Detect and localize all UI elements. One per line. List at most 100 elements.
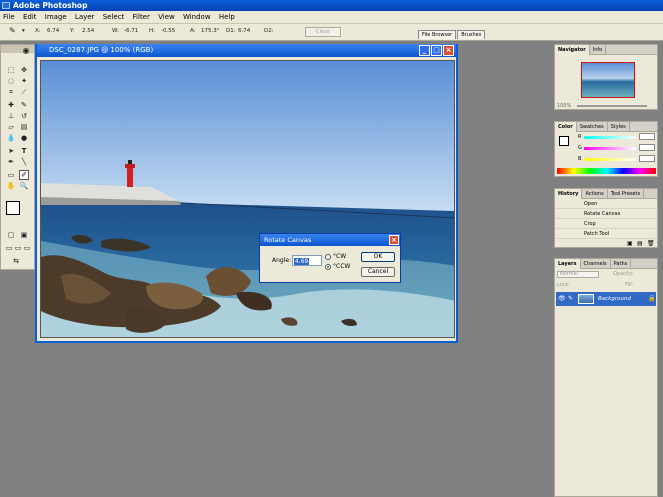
tab-channels[interactable]: Channels [581, 259, 611, 269]
color-ramp[interactable] [557, 168, 656, 174]
history-item[interactable]: Crop [556, 219, 658, 229]
maximize-button[interactable]: □ [431, 45, 442, 56]
magic-wand-icon[interactable]: ✦ [19, 76, 29, 86]
notes-tool-icon[interactable]: ▭ [6, 170, 16, 180]
tab-file-browser[interactable]: File Browser [418, 30, 457, 39]
quickmask-mode-icon[interactable]: ▣ [19, 230, 29, 240]
photoshop-eye-icon: ◉ [22, 45, 30, 55]
menu-help[interactable]: Help [216, 11, 238, 24]
history-item[interactable]: Open [556, 199, 658, 209]
navigator-zoom[interactable]: 100% [557, 103, 571, 109]
cw-radio[interactable] [325, 254, 331, 260]
dialog-close-button[interactable]: × [389, 235, 399, 245]
crop-tool-icon[interactable]: ⌗ [6, 87, 16, 97]
navigator-zoom-slider[interactable] [577, 105, 647, 107]
menu-edit[interactable]: Edit [20, 11, 40, 24]
clear-button[interactable]: Clear [305, 27, 341, 37]
b-label: B [578, 156, 582, 162]
brush-tool-icon[interactable]: ✎ [19, 100, 29, 110]
b-slider[interactable] [584, 158, 636, 161]
tab-color[interactable]: Color [555, 122, 577, 132]
eraser-tool-icon[interactable]: ▱ [6, 122, 16, 132]
document-title: DSC_0287.JPG @ 100% (RGB) [49, 46, 154, 54]
layers-panel: Layers Channels Paths Normal Opacity: Lock… [554, 258, 658, 497]
menu-file[interactable]: File [0, 11, 18, 24]
tab-actions[interactable]: Actions [582, 189, 608, 199]
layer-row[interactable]: 👁 ✎ Background 🔒 [556, 292, 656, 306]
g-input[interactable] [639, 144, 655, 151]
close-button[interactable]: × [443, 45, 454, 56]
b-input[interactable] [639, 155, 655, 162]
jump-to-imageready-icon[interactable]: ⇆ [11, 256, 21, 266]
h-label: H: [149, 28, 155, 34]
new-snapshot-icon[interactable]: ▣ [627, 240, 633, 247]
hand-tool-icon[interactable]: ✋ [6, 181, 16, 191]
r-slider[interactable] [584, 136, 636, 139]
slice-tool-icon[interactable]: ⟋ [19, 87, 29, 97]
tab-swatches[interactable]: Swatches [577, 122, 608, 132]
ccw-radio[interactable] [325, 264, 331, 270]
tab-history[interactable]: History [555, 189, 583, 199]
blend-mode-select[interactable]: Normal [557, 271, 599, 278]
lasso-tool-icon[interactable]: ◌ [6, 76, 16, 86]
a-label: A: [190, 28, 196, 34]
new-document-icon[interactable]: ▤ [637, 240, 643, 247]
y-label: Y: [70, 28, 75, 34]
tab-info[interactable]: Info [590, 45, 607, 55]
image-canvas[interactable] [40, 60, 455, 338]
zoom-tool-icon[interactable]: 🔍 [19, 181, 29, 191]
dialog-titlebar[interactable]: Rotate Canvas × [260, 234, 400, 246]
tab-brushes[interactable]: Brushes [457, 30, 486, 39]
history-item[interactable]: Rotate Canvas [556, 209, 658, 219]
tab-navigator[interactable]: Navigator [555, 45, 590, 55]
blur-tool-icon[interactable]: 💧 [6, 133, 16, 143]
history-item[interactable]: Patch Tool [556, 229, 658, 239]
tab-tool-presets[interactable]: Tool Presets [608, 189, 645, 199]
eye-icon[interactable]: 👁 [558, 295, 566, 302]
toolbox: ◉ ⬚ ✥ ◌ ✦ ⌗ ⟋ ✚ ✎ ⊥ ↺ ▱ ▤ 💧 ● ➤ T ✒ ╲ ▭ … [0, 44, 35, 270]
layer-thumbnail [578, 294, 594, 304]
shape-tool-icon[interactable]: ╲ [19, 157, 29, 167]
brush-link-icon[interactable]: ✎ [568, 295, 573, 302]
r-input[interactable] [639, 133, 655, 140]
trash-icon[interactable]: 🗑 [647, 240, 655, 247]
marquee-tool-icon[interactable]: ⬚ [6, 65, 16, 75]
screen-mode-3-icon[interactable]: ▭ [22, 243, 32, 253]
menu-image[interactable]: Image [42, 11, 70, 24]
dodge-tool-icon[interactable]: ● [19, 133, 29, 143]
document-titlebar[interactable]: DSC_0287.JPG @ 100% (RGB) _ □ × [37, 44, 456, 57]
ok-button[interactable]: OK [361, 252, 395, 262]
menu-view[interactable]: View [155, 11, 178, 24]
tool-preset-arrow[interactable]: ▾ [22, 28, 25, 34]
menu-window[interactable]: Window [180, 11, 214, 24]
path-select-icon[interactable]: ➤ [6, 146, 16, 156]
gradient-tool-icon[interactable]: ▤ [19, 122, 29, 132]
app-title: Adobe Photoshop [13, 1, 88, 10]
standard-mode-icon[interactable]: ▢ [6, 230, 16, 240]
healing-brush-icon[interactable]: ✚ [6, 100, 16, 110]
color-fg-swatch[interactable] [559, 136, 569, 146]
measure-tool-icon[interactable]: ✎ [9, 26, 16, 35]
stamp-tool-icon[interactable]: ⊥ [6, 111, 16, 121]
g-slider[interactable] [584, 147, 636, 150]
seascape-photo [41, 61, 454, 337]
menu-layer[interactable]: Layer [72, 11, 98, 24]
menu-select[interactable]: Select [100, 11, 128, 24]
cancel-button[interactable]: Cancel [361, 267, 395, 277]
eyedropper-tool-icon[interactable]: ✐ [19, 170, 29, 180]
angle-input[interactable]: 4.69 [292, 255, 322, 266]
options-bar: ✎ ▾ X: 6.74 Y: 2.54 W: -6.71 H: -0.55 A:… [0, 24, 663, 41]
minimize-button[interactable]: _ [419, 45, 430, 56]
tab-styles[interactable]: Styles [608, 122, 630, 132]
g-label: G [578, 145, 582, 151]
pen-tool-icon[interactable]: ✒ [6, 157, 16, 167]
angle-label: Angle: [272, 257, 292, 264]
history-brush-icon[interactable]: ↺ [19, 111, 29, 121]
move-tool-icon[interactable]: ✥ [19, 65, 29, 75]
navigator-thumbnail[interactable] [581, 62, 635, 98]
menu-filter[interactable]: Filter [130, 11, 153, 24]
tab-layers[interactable]: Layers [555, 259, 581, 269]
tab-paths[interactable]: Paths [611, 259, 632, 269]
foreground-color-swatch[interactable] [6, 201, 20, 215]
type-tool-icon[interactable]: T [19, 146, 29, 156]
